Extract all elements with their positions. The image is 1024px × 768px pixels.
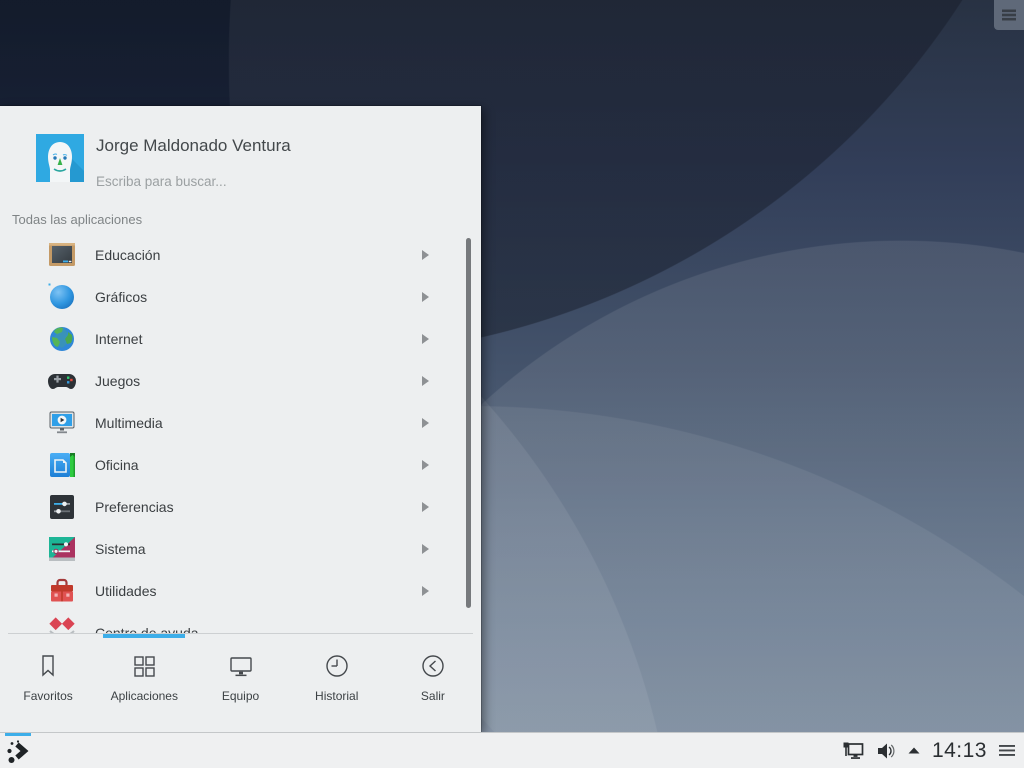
category-label: Internet — [95, 331, 143, 347]
kickoff-logo-icon — [7, 740, 29, 763]
submenu-arrow-icon — [422, 376, 429, 386]
preferences-icon — [50, 495, 74, 519]
tab-label: Equipo — [221, 689, 260, 703]
application-launcher-button[interactable] — [2, 733, 34, 768]
volume-icon[interactable] — [876, 742, 896, 760]
category-label: Preferencias — [95, 499, 174, 515]
breadcrumb-all-applications[interactable]: Todas las aplicaciones — [12, 212, 142, 227]
wired-network-icon[interactable] — [842, 741, 865, 761]
category-item-sistema[interactable]: Sistema — [0, 528, 481, 570]
category-item-preferencias[interactable]: Preferencias — [0, 486, 481, 528]
category-item-juegos[interactable]: Juegos — [0, 360, 481, 402]
desktop-toolbox-button[interactable] — [994, 0, 1024, 30]
bookmark-icon — [42, 655, 54, 677]
category-item-multimedia[interactable]: Multimedia — [0, 402, 481, 444]
category-item-internet[interactable]: Internet — [0, 318, 481, 360]
search-input[interactable]: Escriba para buscar... — [96, 174, 227, 189]
tab-label: Salir — [420, 689, 445, 703]
digital-clock[interactable]: 14:13 — [932, 739, 987, 763]
taskbar-panel: 14:13 — [0, 732, 1024, 768]
graphics-icon — [48, 283, 74, 309]
desktop-wallpaper: Jorge Maldonado Ventura Escriba para bus… — [0, 0, 1024, 768]
app-grid-icon — [134, 656, 155, 677]
clock-icon — [326, 655, 348, 677]
tab-label: Favoritos — [23, 689, 73, 703]
launcher-active-indicator — [5, 733, 31, 736]
category-label: Sistema — [95, 541, 146, 557]
games-icon — [48, 374, 76, 389]
computer-icon — [229, 657, 252, 677]
app-item-centro-de-ayuda[interactable]: Centro de ayuda — [0, 612, 481, 633]
tab-historial[interactable]: Historial — [289, 634, 385, 732]
submenu-arrow-icon — [422, 544, 429, 554]
tab-label: Historial — [315, 689, 359, 703]
system-icon — [49, 537, 75, 561]
category-label: Gráficos — [95, 289, 148, 305]
application-category-list: Educación Gráficos Internet Juegos Multi… — [0, 234, 481, 633]
app-label: Centro de ayuda — [95, 625, 199, 633]
submenu-arrow-icon — [422, 292, 429, 302]
category-label: Juegos — [95, 373, 141, 389]
internet-icon — [50, 326, 74, 351]
submenu-arrow-icon — [422, 586, 429, 596]
launcher-header: Jorge Maldonado Ventura Escriba para bus… — [0, 106, 481, 206]
hamburger-icon — [1002, 9, 1016, 21]
category-label: Multimedia — [95, 415, 163, 431]
tab-salir[interactable]: Salir — [385, 634, 481, 732]
submenu-arrow-icon — [422, 418, 429, 428]
office-icon — [50, 453, 75, 477]
tab-aplicaciones[interactable]: Aplicaciones — [96, 634, 192, 732]
utilities-icon — [51, 578, 73, 602]
help-center-icon — [49, 617, 75, 633]
application-launcher-popup: Jorge Maldonado Ventura Escriba para bus… — [0, 106, 481, 732]
system-tray: 14:13 — [842, 733, 1016, 768]
category-item-oficina[interactable]: Oficina — [0, 444, 481, 486]
tab-label: Aplicaciones — [110, 689, 178, 703]
list-scrollbar[interactable] — [466, 238, 471, 608]
expand-tray-icon[interactable] — [907, 746, 921, 755]
submenu-arrow-icon — [422, 334, 429, 344]
submenu-arrow-icon — [422, 460, 429, 470]
multimedia-icon — [49, 411, 75, 434]
user-avatar[interactable] — [36, 134, 84, 182]
submenu-arrow-icon — [422, 502, 429, 512]
education-icon — [49, 243, 75, 266]
leave-icon — [422, 655, 444, 677]
submenu-arrow-icon — [422, 250, 429, 260]
category-label: Oficina — [95, 457, 139, 473]
category-item-utilidades[interactable]: Utilidades — [0, 570, 481, 612]
tab-favoritos[interactable]: Favoritos — [0, 634, 96, 732]
launcher-tabbar: Favoritos Aplicaciones Equipo Historial … — [0, 634, 481, 732]
user-name: Jorge Maldonado Ventura — [96, 136, 291, 155]
category-item-educacion[interactable]: Educación — [0, 234, 481, 276]
category-label: Educación — [95, 247, 161, 263]
overflow-menu-icon[interactable] — [998, 743, 1016, 758]
tab-equipo[interactable]: Equipo — [192, 634, 288, 732]
category-item-graficos[interactable]: Gráficos — [0, 276, 481, 318]
category-label: Utilidades — [95, 583, 157, 599]
